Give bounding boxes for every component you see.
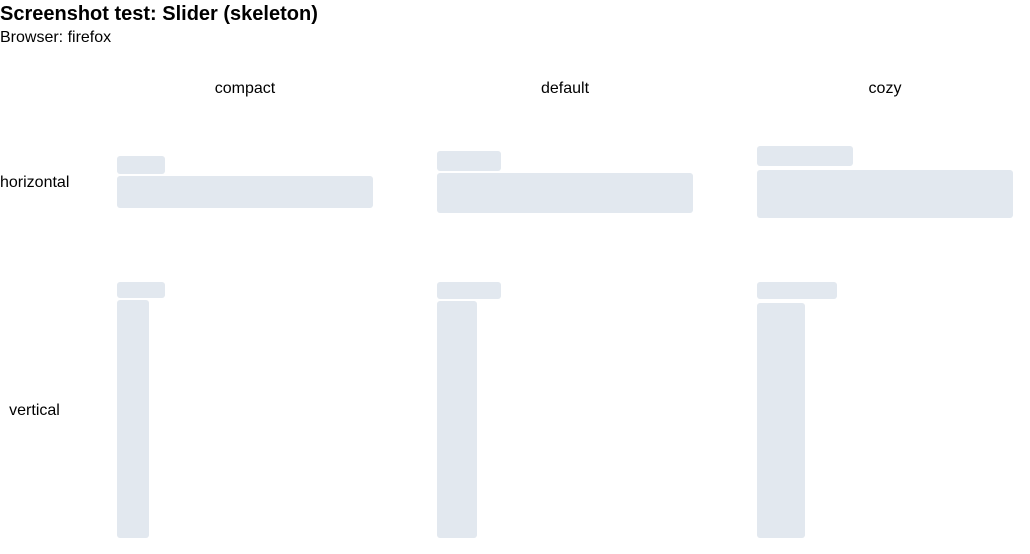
horizontal-default-slider-skeleton bbox=[437, 173, 693, 213]
row-header-vertical: vertical bbox=[9, 402, 60, 419]
page-title: Screenshot test: Slider (skeleton) bbox=[0, 3, 318, 25]
horizontal-compact-slider-skeleton bbox=[117, 176, 373, 208]
column-header-compact: compact bbox=[214, 80, 276, 97]
horizontal-cozy-label-skeleton bbox=[757, 146, 853, 166]
column-header-default: default bbox=[540, 80, 590, 97]
column-header-cozy: cozy bbox=[868, 80, 902, 97]
horizontal-compact-label-skeleton bbox=[117, 156, 165, 174]
vertical-cozy-label-skeleton bbox=[757, 282, 837, 299]
vertical-compact-slider-skeleton bbox=[117, 300, 149, 538]
vertical-cozy-slider-skeleton bbox=[757, 303, 805, 538]
row-header-horizontal: horizontal bbox=[0, 174, 70, 191]
horizontal-default-label-skeleton bbox=[437, 151, 501, 171]
vertical-default-label-skeleton bbox=[437, 282, 501, 299]
browser-label: Browser: firefox bbox=[0, 29, 112, 46]
vertical-compact-label-skeleton bbox=[117, 282, 165, 298]
vertical-default-slider-skeleton bbox=[437, 301, 477, 538]
horizontal-cozy-slider-skeleton bbox=[757, 170, 1013, 218]
